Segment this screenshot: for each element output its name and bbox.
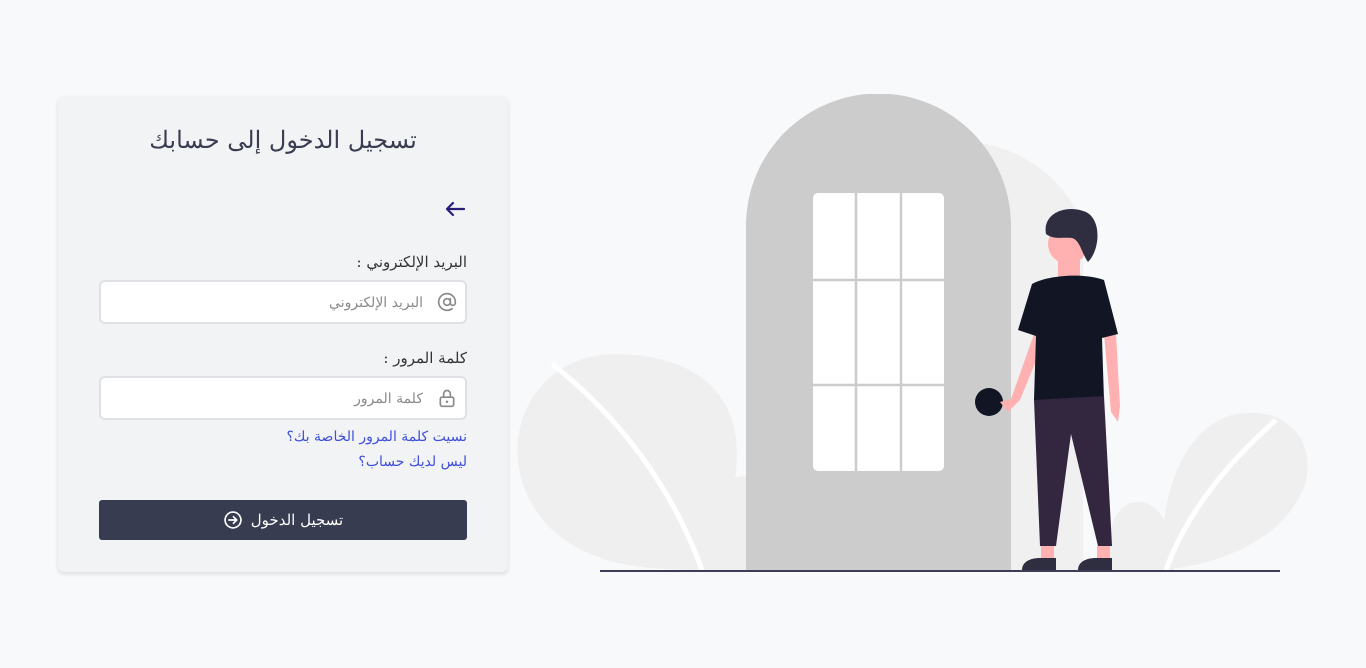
forgot-password-link[interactable]: نسيت كلمة المرور الخاصة بك؟	[286, 429, 467, 445]
door-window	[813, 193, 944, 471]
password-field[interactable]	[111, 378, 425, 420]
right-leaf-shape	[1162, 412, 1308, 570]
login-page: تسجيل الدخول إلى حسابك البريد الإلكتروني…	[0, 0, 1366, 668]
lock-icon	[439, 389, 455, 408]
email-field[interactable]	[111, 282, 425, 324]
right-leaf-bush	[1106, 502, 1174, 570]
login-card: تسجيل الدخول إلى حسابك البريد الإلكتروني…	[58, 96, 508, 572]
email-field-container	[99, 280, 467, 324]
email-label: البريد الإلكتروني :	[356, 253, 467, 271]
at-sign-icon	[437, 292, 457, 312]
arrow-left-icon[interactable]	[444, 198, 466, 220]
signup-link[interactable]: ليس لديك حساب؟	[358, 454, 467, 470]
door-illustration	[517, 94, 1308, 572]
password-label: كلمة المرور :	[383, 349, 467, 367]
password-field-container	[99, 376, 467, 420]
login-button-label: تسجيل الدخول	[250, 511, 344, 529]
page-title: تسجيل الدخول إلى حسابك	[149, 126, 417, 154]
login-button[interactable]: تسجيل الدخول	[99, 500, 467, 540]
arrow-circle-right-icon	[224, 511, 242, 529]
door-knob	[975, 388, 1003, 416]
